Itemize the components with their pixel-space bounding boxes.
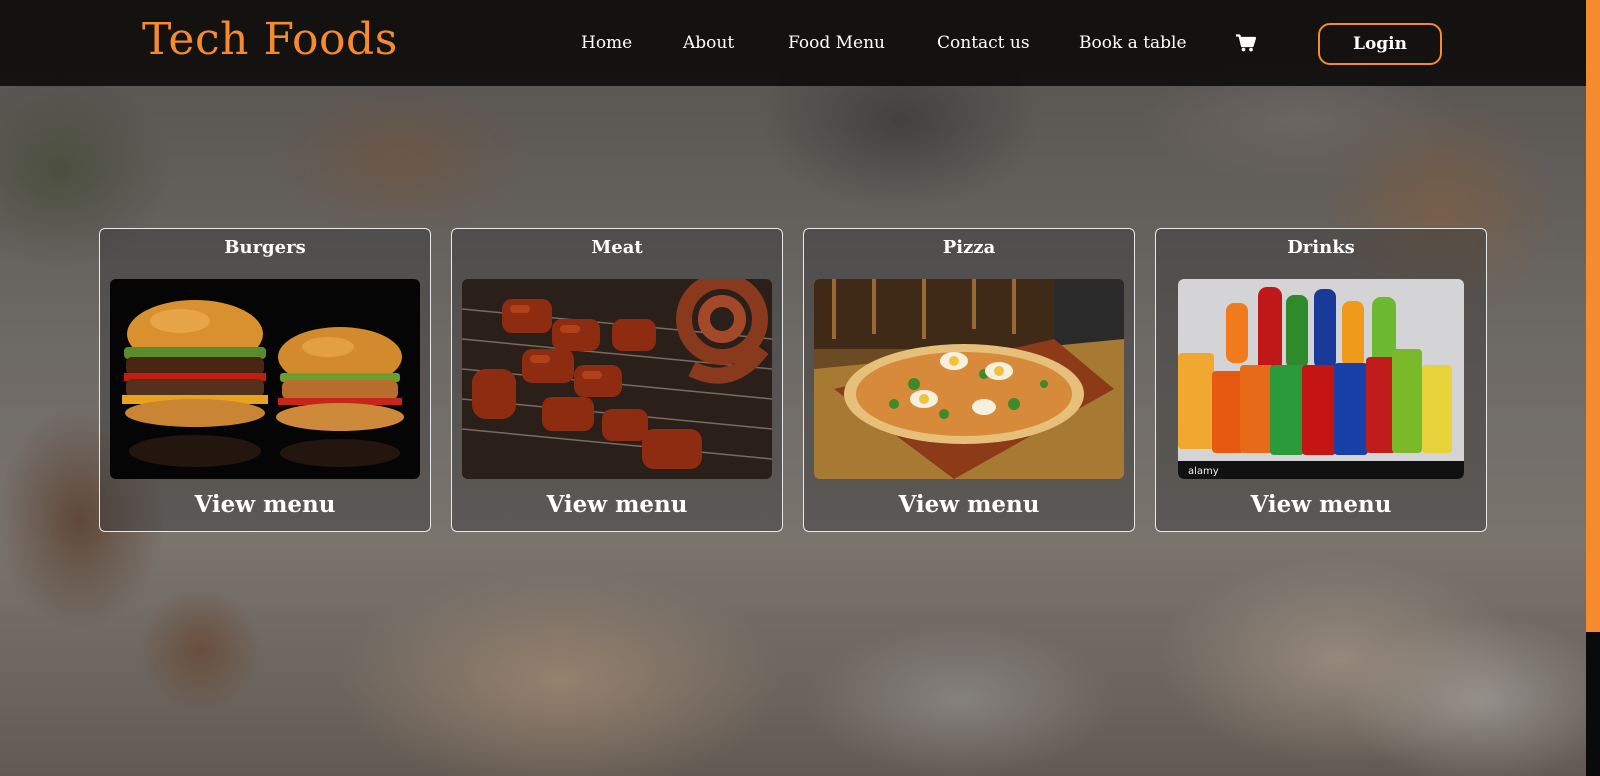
pizza-photo [814,279,1124,479]
scrollbar-thumb[interactable] [1586,0,1600,632]
menu-categories: Burgers View menu Meat View menu Pizza V… [99,228,1487,532]
card-title: Burgers [224,237,306,258]
brand-logo[interactable]: Tech Foods [142,14,398,65]
shopping-cart-icon[interactable] [1236,34,1257,52]
category-card-drinks[interactable]: Drinks alamy View menu [1155,228,1487,532]
burgers-photo [110,279,420,479]
view-menu-link[interactable]: View menu [804,491,1134,518]
nav-about[interactable]: About [683,33,734,53]
nav-home[interactable]: Home [581,33,632,53]
category-card-pizza[interactable]: Pizza View menu [803,228,1135,532]
category-card-burgers[interactable]: Burgers View menu [99,228,431,532]
nav-book-a-table[interactable]: Book a table [1079,33,1187,53]
soft-drinks-photo: alamy [1178,279,1464,479]
nav-food-menu[interactable]: Food Menu [788,33,885,53]
card-title: Pizza [942,237,996,258]
view-menu-link[interactable]: View menu [100,491,430,518]
card-title: Drinks [1287,237,1355,258]
view-menu-link[interactable]: View menu [1156,491,1486,518]
login-button[interactable]: Login [1318,23,1442,65]
view-menu-link[interactable]: View menu [452,491,782,518]
image-watermark: alamy [1188,466,1219,477]
nav-contact-us[interactable]: Contact us [937,33,1030,53]
card-title: Meat [591,237,643,258]
navbar: Tech Foods Home About Food Menu Contact … [0,0,1586,86]
scrollbar-track[interactable] [1586,632,1600,776]
category-card-meat[interactable]: Meat View menu [451,228,783,532]
grilled-meat-photo [462,279,772,479]
